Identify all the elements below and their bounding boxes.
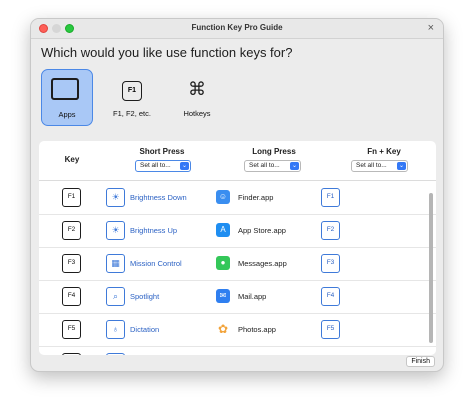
table-row: F2 ☀ Brightness Up A App Store.app F2 [39,215,436,248]
short-press-set-all-value: Set all to... [140,162,171,169]
apps-windows-icon [51,77,79,100]
photos-icon: ✿ [216,322,230,336]
column-header-fn-key: Fn + Key [367,147,401,156]
long-press-app[interactable]: Mail.app [238,292,266,301]
key-cap [62,353,81,355]
table-row: F5 ♁ Dictation ✿ Photos.app F5 [39,314,436,347]
chevron-down-icon: ⌄ [180,162,189,170]
long-press-set-all-value: Set all to... [249,162,280,169]
table-row: F3 ▦ Mission Control ● Messages.app F3 [39,248,436,281]
column-header-short-press: Short Press [139,147,185,156]
partial-icon[interactable] [106,353,125,355]
key-mapping-table: Key Short Press Long Press Fn + Key Set … [39,141,436,355]
window-title: Function Key Pro Guide [191,23,283,32]
mode-hotkeys-label: Hotkeys [183,109,211,118]
table-row: F4 ⌕ Spotlight ✉ Mail.app F4 [39,281,436,314]
fn-key-set-all-select[interactable]: Set all to... ⌄ [351,160,408,172]
short-press-action[interactable]: Brightness Down [130,193,187,202]
long-press-app[interactable]: Finder.app [238,193,273,202]
table-scrollbar[interactable] [429,193,433,343]
short-press-action[interactable]: Brightness Up [130,226,177,235]
finish-button[interactable]: Finish [406,356,435,367]
key-cap: F4 [62,287,81,306]
mode-apps-label: Apps [58,110,76,119]
key-cap: F3 [62,254,81,273]
command-icon: ⌘ [188,79,206,99]
short-press-set-all-select[interactable]: Set all to... ⌄ [135,160,191,172]
key-cap: F2 [62,221,81,240]
fn-key-cap[interactable]: F1 [321,188,340,207]
long-press-set-all-select[interactable]: Set all to... ⌄ [244,160,301,172]
column-header-key: Key [64,155,80,164]
mission-control-icon[interactable]: ▦ [106,254,125,273]
fn-key-cap[interactable]: F2 [321,221,340,240]
fn-key-set-all-value: Set all to... [356,162,387,169]
chevron-down-icon: ⌄ [290,162,299,170]
brightness-icon[interactable]: ☀ [106,188,125,207]
short-press-action[interactable]: Dictation [130,325,159,334]
question-heading: Which would you like use function keys f… [41,45,293,60]
messages-icon: ● [216,256,230,270]
short-press-action[interactable]: Mission Control [130,259,182,268]
close-icon[interactable]: × [428,22,434,34]
fn-key-cap[interactable]: F5 [321,320,340,339]
column-header-long-press: Long Press [252,147,296,156]
fn-key-cap[interactable]: F3 [321,254,340,273]
mode-fkeys-button[interactable]: F1 F1, F2, etc. [106,69,158,126]
finder-icon: ☺ [216,190,230,204]
title-bar: Function Key Pro Guide × [31,19,443,39]
function-key-icon: F1 [122,81,142,101]
long-press-app[interactable]: App Store.app [238,226,286,235]
key-cap: F5 [62,320,81,339]
table-row: F1 ☀ Brightness Down ☺ Finder.app F1 [39,182,436,215]
spotlight-icon[interactable]: ⌕ [106,287,125,306]
guide-window: Function Key Pro Guide × Which would you… [30,18,444,372]
app-store-icon: A [216,223,230,237]
mail-icon: ✉ [216,289,230,303]
header-divider [39,180,436,181]
key-rows: F1 ☀ Brightness Down ☺ Finder.app F1 F2 … [39,182,436,355]
microphone-icon[interactable]: ♁ [106,320,125,339]
key-cap: F1 [62,188,81,207]
short-press-action[interactable]: Spotlight [130,292,159,301]
brightness-icon[interactable]: ☀ [106,221,125,240]
chevron-down-icon: ⌄ [397,162,406,170]
fn-key-cap[interactable]: F4 [321,287,340,306]
long-press-app[interactable]: Photos.app [238,325,276,334]
mode-hotkeys-button[interactable]: ⌘ Hotkeys [171,69,223,126]
mode-fkeys-label: F1, F2, etc. [113,109,151,118]
mode-apps-button[interactable]: Apps [41,69,93,126]
long-press-app[interactable]: Messages.app [238,259,287,268]
table-row [39,347,436,355]
